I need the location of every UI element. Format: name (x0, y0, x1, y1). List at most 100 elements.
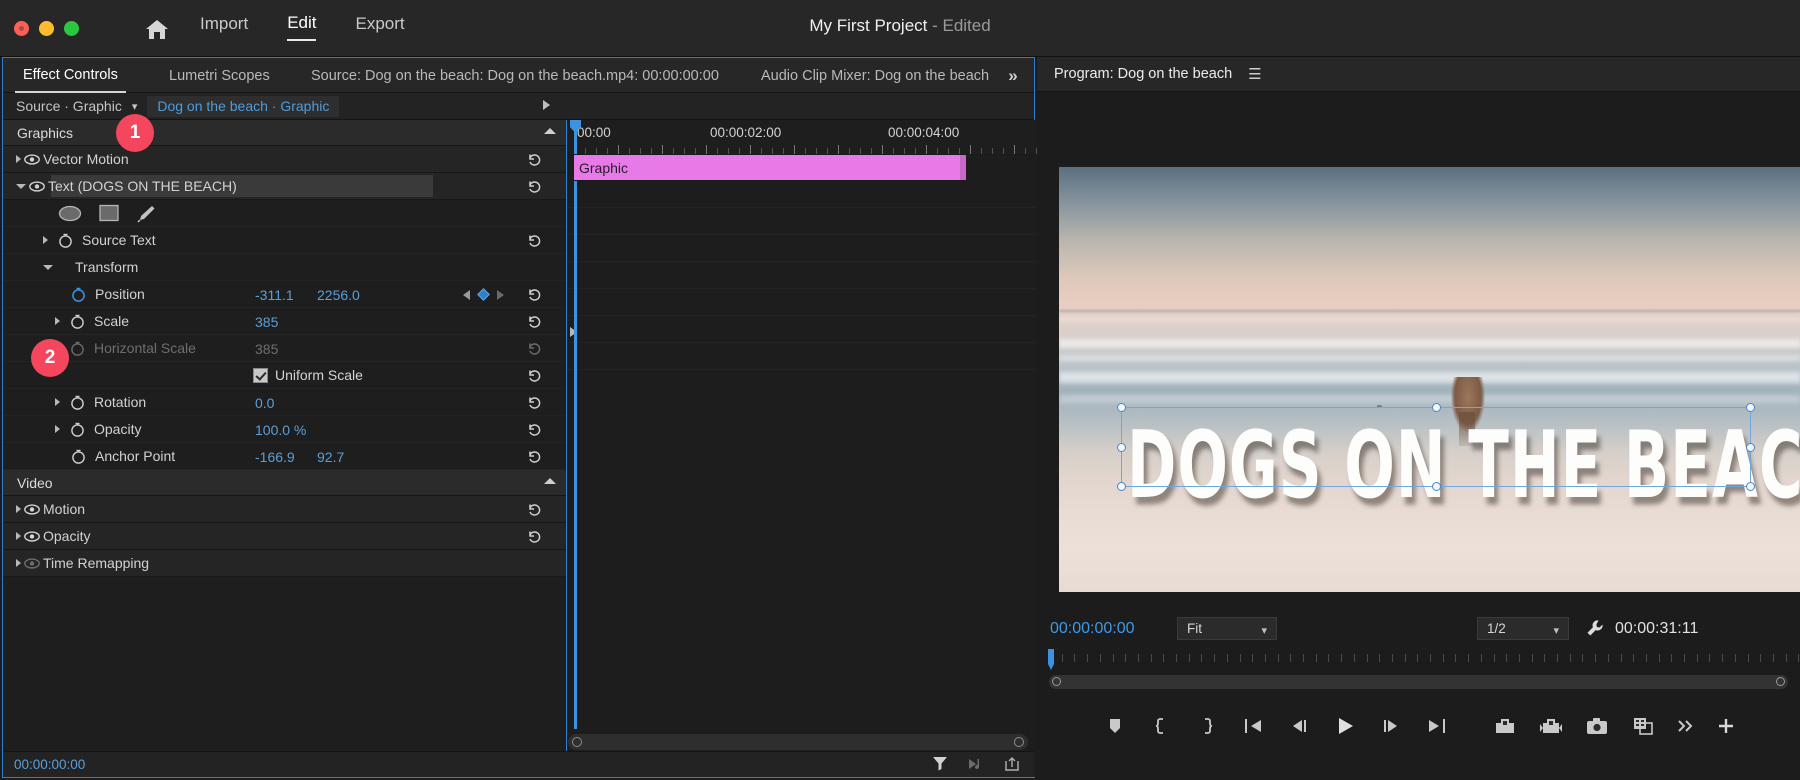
reset-video-opacity-icon[interactable] (525, 527, 544, 546)
collapse-transform-icon[interactable] (43, 265, 53, 270)
button-editor-icon[interactable] (1706, 709, 1746, 743)
step-forward-icon[interactable] (1368, 709, 1414, 743)
effect-controls-timecode[interactable]: 00:00:00:00 (14, 757, 85, 772)
reset-scale-icon[interactable] (525, 312, 544, 331)
effect-row-vector-motion[interactable]: Vector Motion (3, 146, 566, 173)
toggle-motion-visibility[interactable] (21, 504, 43, 515)
go-to-in-icon[interactable] (1230, 709, 1276, 743)
toggle-time-remapping-visibility[interactable] (21, 558, 43, 569)
zoom-handle-left[interactable] (572, 737, 582, 747)
opacity-value[interactable]: 100.0 % (255, 422, 345, 438)
program-monitor-video[interactable]: DOGS ON THE BEACH (1059, 167, 1800, 592)
collapse-graphics-icon[interactable] (544, 128, 556, 134)
keyframe-audio-icon[interactable] (968, 756, 984, 772)
tab-lumetri-scopes[interactable]: Lumetri Scopes (161, 58, 278, 93)
position-y-value[interactable]: 2256.0 (317, 287, 379, 303)
tab-effect-controls[interactable]: Effect Controls (15, 58, 126, 93)
property-row-source-text[interactable]: Source Text (3, 227, 566, 254)
program-playhead-timecode[interactable]: 00:00:00:00 (1050, 620, 1135, 638)
wrench-icon[interactable] (1585, 618, 1605, 638)
export-frame-icon[interactable] (1574, 709, 1620, 743)
reset-position-icon[interactable] (525, 285, 544, 304)
reset-text-icon[interactable] (525, 177, 544, 196)
handle-middle-left[interactable] (1117, 443, 1126, 452)
handle-middle-right[interactable] (1746, 443, 1755, 452)
reset-anchor-point-icon[interactable] (525, 447, 544, 466)
checkbox-icon[interactable] (253, 368, 268, 383)
effect-row-text[interactable]: Text (DOGS ON THE BEACH) (3, 173, 566, 200)
timeline-clip-bar[interactable]: Graphic (574, 155, 966, 181)
filter-icon[interactable] (932, 755, 948, 772)
keyframe-area-playhead[interactable] (574, 181, 577, 729)
anchor-point-y-value[interactable]: 92.7 (317, 449, 379, 465)
uniform-scale-checkbox[interactable]: Uniform Scale (253, 367, 363, 383)
effect-timeline-playhead[interactable] (574, 120, 577, 154)
play-stop-icon[interactable] (1322, 709, 1368, 743)
stopwatch-source-text-icon[interactable] (58, 232, 76, 248)
extract-icon[interactable] (1528, 709, 1574, 743)
property-row-transform[interactable]: Transform (3, 254, 566, 281)
comparison-view-icon[interactable] (1620, 709, 1666, 743)
reset-rotation-icon[interactable] (525, 393, 544, 412)
zoom-handle-left[interactable] (1052, 677, 1061, 686)
rotation-value[interactable]: 0.0 (255, 395, 317, 411)
collapse-text-icon[interactable] (16, 184, 26, 189)
rectangle-tool-icon[interactable] (99, 204, 119, 222)
reset-opacity-icon[interactable] (525, 420, 544, 439)
expand-scale-icon[interactable] (55, 317, 60, 325)
mark-out-icon[interactable] (1184, 709, 1230, 743)
text-selection-bounding-box[interactable] (1121, 407, 1751, 487)
step-back-icon[interactable] (1276, 709, 1322, 743)
tab-overflow-button[interactable]: » (998, 58, 1028, 93)
collapse-video-icon[interactable] (544, 478, 556, 484)
property-row-opacity[interactable]: Opacity 100.0 % (3, 416, 566, 443)
expand-rotation-icon[interactable] (55, 398, 60, 406)
mark-in-icon[interactable] (1138, 709, 1184, 743)
source-clip-value[interactable]: Dog on the beach · Graphic (147, 96, 339, 117)
add-keyframe-icon[interactable] (477, 288, 490, 301)
program-monitor-scrubber[interactable] (1037, 649, 1800, 671)
more-button-icon[interactable] (1666, 709, 1706, 743)
reset-horizontal-scale-icon[interactable] (525, 339, 544, 358)
horizontal-scale-value[interactable]: 385 (255, 341, 317, 357)
stopwatch-scale-icon[interactable] (70, 313, 88, 329)
effect-row-time-remapping[interactable]: Time Remapping (3, 550, 566, 577)
program-duration-timecode[interactable]: 00:00:31:11 (1615, 620, 1698, 638)
go-to-out-icon[interactable] (1414, 709, 1460, 743)
property-row-rotation[interactable]: Rotation 0.0 (3, 389, 566, 416)
program-scrubber-playhead[interactable] (1048, 649, 1054, 664)
previous-keyframe-icon[interactable] (463, 290, 470, 300)
handle-bottom-center[interactable] (1432, 482, 1441, 491)
stopwatch-anchor-point-icon[interactable] (71, 448, 89, 464)
anchor-point-x-value[interactable]: -166.9 (255, 449, 317, 465)
expand-source-text-icon[interactable] (43, 236, 48, 244)
export-frame-icon[interactable] (1004, 756, 1020, 772)
graphics-group-header[interactable]: Graphics (3, 120, 566, 146)
toggle-text-visibility[interactable] (26, 181, 48, 192)
handle-bottom-left[interactable] (1117, 482, 1126, 491)
reset-vector-motion-icon[interactable] (525, 150, 544, 169)
zoom-scroll-track[interactable] (1049, 675, 1788, 689)
toggle-video-opacity-visibility[interactable] (21, 531, 43, 542)
hamburger-menu-icon[interactable]: ☰ (1248, 65, 1261, 83)
reset-uniform-scale-icon[interactable] (525, 366, 544, 385)
property-row-position[interactable]: Position -311.1 2256.0 (3, 281, 566, 308)
handle-top-right[interactable] (1746, 403, 1755, 412)
tab-source-monitor[interactable]: Source: Dog on the beach: Dog on the bea… (303, 58, 727, 93)
stopwatch-opacity-icon[interactable] (70, 421, 88, 437)
effect-timeline-zoom-scrollbar[interactable] (568, 734, 1028, 750)
toggle-vector-motion-visibility[interactable] (21, 154, 43, 165)
video-group-header[interactable]: Video (3, 470, 566, 496)
reset-motion-icon[interactable] (525, 500, 544, 519)
property-row-anchor-point[interactable]: Anchor Point -166.9 92.7 (3, 443, 566, 470)
add-marker-icon[interactable] (1092, 709, 1138, 743)
stopwatch-horizontal-scale-icon[interactable] (70, 340, 88, 356)
tab-audio-clip-mixer[interactable]: Audio Clip Mixer: Dog on the beach (753, 58, 997, 93)
zoom-handle-right[interactable] (1014, 737, 1024, 747)
keyframe-track-area[interactable] (568, 181, 1036, 729)
property-row-scale[interactable]: Scale 385 (3, 308, 566, 335)
effect-row-motion[interactable]: Motion (3, 496, 566, 523)
handle-top-left[interactable] (1117, 403, 1126, 412)
playback-resolution-dropdown[interactable]: 1/2 ▾ (1477, 617, 1569, 640)
scale-value[interactable]: 385 (255, 314, 317, 330)
